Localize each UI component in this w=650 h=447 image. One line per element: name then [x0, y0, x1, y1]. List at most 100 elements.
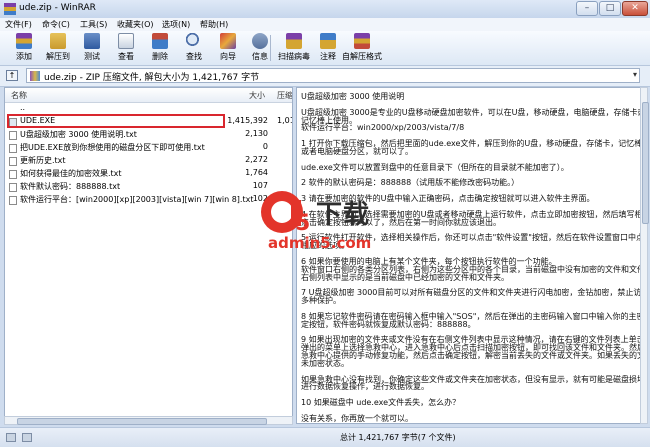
highlight-box [7, 114, 225, 128]
svg-text:5: 5 [295, 211, 310, 236]
status-bar: 总计 1,421,767 字节(7 个文件) [0, 427, 650, 447]
a5-watermark: 5 下载 admin5.com [258, 186, 408, 266]
comment-line: ude.exe文件可以放置到盘中的任意目录下（但所在的目录就不能加密了）。 [301, 162, 569, 172]
comment-line: 或者电脑硬盘分区，就可以了。 [301, 146, 413, 156]
column-size[interactable]: 大小 [249, 90, 265, 101]
file-packed: 1,01 [277, 116, 292, 125]
window-title: ude.zip - WinRAR [19, 3, 96, 13]
file-name: 如何获得最佳的加密效果.txt [20, 169, 122, 178]
text-file-icon [9, 196, 17, 205]
list-item[interactable]: 把UDE.EXE放到你想使用的磁盘分区下即可使用.txt 0 [5, 142, 292, 154]
menu-tools[interactable]: 工具(S) [80, 19, 107, 30]
drive-icon[interactable] [6, 433, 16, 442]
scrollbar-thumb[interactable] [17, 418, 267, 425]
text-file-icon [9, 170, 17, 179]
horizontal-scrollbar[interactable] [4, 416, 293, 425]
text-file-icon [9, 157, 17, 166]
address-field[interactable]: ude.zip - ZIP 压缩文件, 解包大小为 1,421,767 字节 ▾ [26, 68, 640, 83]
comment-line: 没有关系，你再放一个就可以。 [301, 413, 413, 423]
zip-archive-icon [30, 71, 40, 81]
column-name[interactable]: 名称 [11, 90, 27, 101]
list-item[interactable]: 软件运行平台：[win2000][xp][2003][vista][win 7]… [5, 194, 292, 206]
info-icon [252, 33, 268, 49]
wizard-icon [220, 33, 236, 49]
toolbar-separator [270, 35, 271, 61]
sfx-button[interactable]: 自解压格式 [342, 32, 382, 64]
sfx-icon [354, 33, 370, 49]
comment-button[interactable]: 注释 [312, 32, 344, 64]
maximize-button[interactable]: □ [599, 1, 621, 16]
file-name: 更新历史.txt [20, 156, 66, 165]
winrar-window: ude.zip - WinRAR – □ ✕ 文件(F) 命令(C) 工具(S)… [0, 0, 650, 447]
menu-commands[interactable]: 命令(C) [42, 19, 70, 30]
key-icon[interactable] [22, 433, 32, 442]
menu-favorites[interactable]: 收藏夹(O) [117, 19, 154, 30]
minimize-button[interactable]: – [576, 1, 598, 16]
address-text: ude.zip - ZIP 压缩文件, 解包大小为 1,421,767 字节 [44, 73, 260, 83]
toolbar: 添加 解压到 测试 查看 删除 查找 向导 信息 扫描病毒 注释 自解压格式 [0, 31, 650, 66]
delete-button[interactable]: 删除 [144, 32, 176, 64]
file-list[interactable]: 名称 大小 压缩 .. UDE.EXE 1,415,392 1,01 U盘超级加… [4, 87, 293, 424]
watermark-site: admin5.com [268, 234, 372, 252]
test-archive-icon [84, 33, 100, 49]
file-size: 1,764 [245, 168, 268, 177]
scrollbar-thumb[interactable] [642, 102, 649, 224]
file-name: 把UDE.EXE放到你想使用的磁盘分区下即可使用.txt [20, 143, 205, 152]
menu-bar: 文件(F) 命令(C) 工具(S) 收藏夹(O) 选项(N) 帮助(H) [0, 18, 650, 32]
address-bar: ↑ ude.zip - ZIP 压缩文件, 解包大小为 1,421,767 字节… [0, 66, 650, 87]
text-file-icon [9, 183, 17, 192]
list-item[interactable]: 软件默认密码：888888.txt 107 [5, 181, 292, 193]
extract-folder-icon [50, 33, 66, 49]
text-file-icon [9, 131, 17, 140]
extract-to-button[interactable]: 解压到 [42, 32, 74, 64]
up-folder-button[interactable]: ↑ [6, 70, 18, 81]
column-packed[interactable]: 压缩 [277, 90, 292, 101]
comment-line: 定按钮，软件密码就恢复成默认密码：888888。 [301, 319, 476, 329]
a5-logo: 5 [261, 191, 310, 236]
file-size: 1,415,392 [227, 116, 268, 125]
add-button[interactable]: 添加 [8, 32, 40, 64]
file-size: 2,130 [245, 129, 268, 138]
column-header: 名称 大小 压缩 [5, 88, 292, 103]
find-button[interactable]: 查找 [178, 32, 210, 64]
comment-line: 未加密状态。 [301, 358, 349, 368]
file-name: 软件默认密码：888888.txt [20, 182, 121, 191]
info-button[interactable]: 信息 [244, 32, 276, 64]
file-size: 0 [262, 142, 268, 151]
comment-line: 软件运行平台：win2000/xp/2003/vista/7/8 [301, 123, 465, 133]
comment-icon [320, 33, 336, 49]
virus-scan-icon [286, 33, 302, 49]
comment-line: U盘超级加密 3000 使用说明 [301, 92, 405, 101]
menu-options[interactable]: 选项(N) [162, 19, 190, 30]
file-name: 软件运行平台：[win2000][xp][2003][vista][win 7]… [20, 195, 254, 204]
status-text: 总计 1,421,767 字节(7 个文件) [340, 433, 456, 442]
comment-line: 进行数据恢复操作，进行数据恢复。 [301, 382, 429, 392]
comment-line: 多种保护。 [301, 296, 341, 306]
list-item[interactable]: 更新历史.txt 2,272 [5, 155, 292, 167]
comment-line: 急救中心提供的手动修复功能，然后点击确定按钮，解密当前丢失的文件或文件夹。如果丢… [301, 351, 641, 361]
vertical-scrollbar[interactable] [640, 87, 649, 424]
watermark-zai: 下载 [316, 200, 371, 230]
menu-file[interactable]: 文件(F) [5, 19, 32, 30]
list-item[interactable]: 如何获得最佳的加密效果.txt 1,764 [5, 168, 292, 180]
test-button[interactable]: 测试 [76, 32, 108, 64]
file-name: U盘超级加密 3000 使用说明.txt [20, 130, 137, 139]
comment-line: 10 如果磁盘中 ude.exe文件丢失，怎么办？ [301, 398, 461, 408]
comment-line: 7 U盘超级加密 3000目前可以对所有磁盘分区的文件和文件夹进行闪电加密，金钻… [301, 288, 641, 298]
books-stack-icon [16, 33, 32, 49]
winrar-app-icon [4, 3, 16, 15]
chevron-down-icon[interactable]: ▾ [633, 70, 637, 79]
view-button[interactable]: 查看 [110, 32, 142, 64]
find-magnifier-icon [186, 33, 202, 49]
menu-help[interactable]: 帮助(H) [200, 19, 228, 30]
file-size: 2,272 [245, 155, 268, 164]
list-item[interactable]: U盘超级加密 3000 使用说明.txt 2,130 [5, 129, 292, 141]
virus-scan-button[interactable]: 扫描病毒 [278, 32, 310, 64]
title-bar: ude.zip - WinRAR – □ ✕ [0, 0, 650, 18]
comment-line: 右侧列表中显示的是当前磁盘中已经加密的文件和文件夹。 [301, 272, 509, 282]
delete-books-icon [152, 33, 168, 49]
file-name: .. [20, 103, 26, 112]
close-button[interactable]: ✕ [622, 1, 648, 16]
view-document-icon [118, 33, 134, 49]
text-file-icon [9, 144, 17, 153]
